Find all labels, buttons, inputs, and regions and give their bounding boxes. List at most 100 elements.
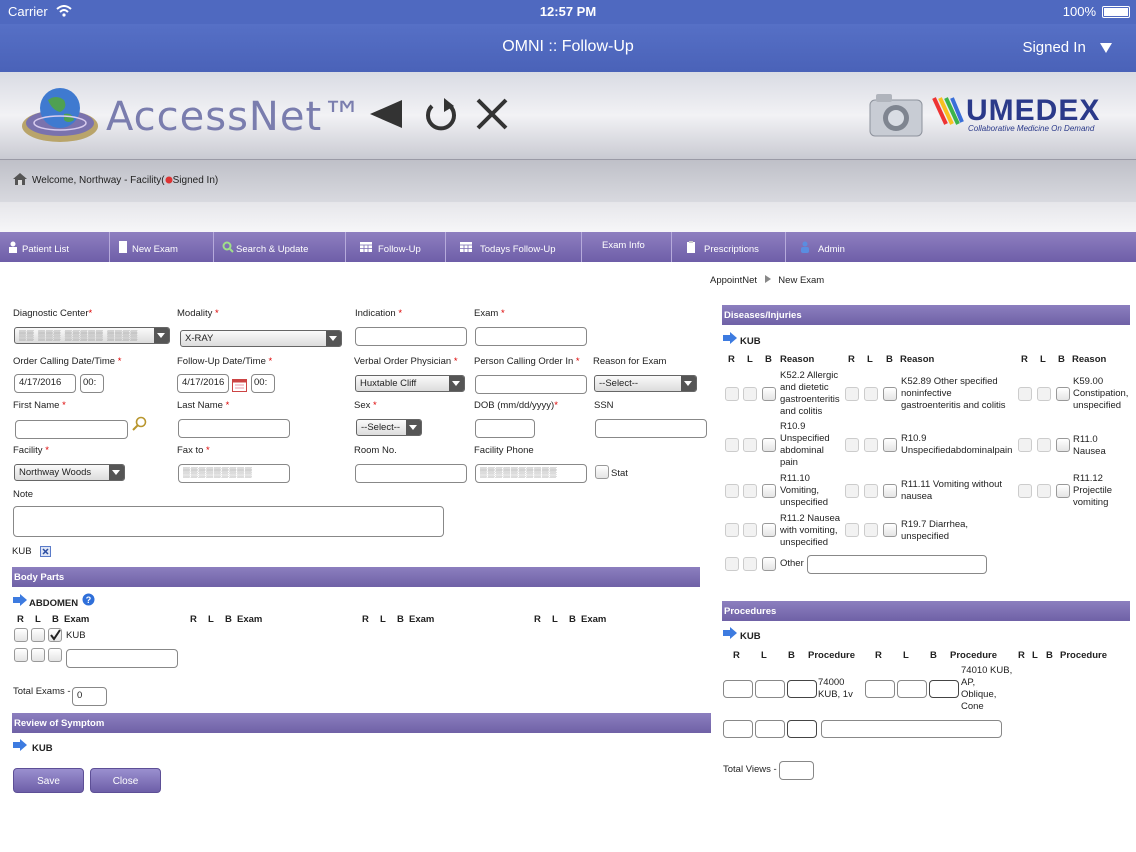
reason-for-exam-select[interactable]: --Select-- [594, 375, 697, 392]
disease-left-checkbox[interactable] [864, 484, 878, 498]
disease-left-checkbox[interactable] [743, 523, 757, 537]
signed-in-menu[interactable]: Signed In [1022, 39, 1112, 56]
procedure-left-input[interactable] [755, 680, 785, 698]
kub-both-checkbox[interactable] [48, 628, 62, 642]
disease-both-checkbox[interactable] [883, 438, 897, 452]
disease-both-checkbox[interactable] [1056, 438, 1070, 452]
disease-both-checkbox[interactable] [883, 484, 897, 498]
disease-left-checkbox[interactable] [743, 387, 757, 401]
other-left-checkbox[interactable] [31, 648, 45, 662]
home-icon[interactable] [13, 173, 27, 185]
fax-input[interactable]: ▒▒▒▒▒▒▒▒▒ [178, 464, 290, 483]
other-both-checkbox[interactable] [48, 648, 62, 662]
remove-tag-icon[interactable] [40, 546, 51, 557]
disease-right-checkbox[interactable] [725, 523, 739, 537]
disease-both-checkbox[interactable] [762, 523, 776, 537]
disease-right-checkbox[interactable] [845, 523, 859, 537]
breadcrumb-root[interactable]: AppointNet [710, 275, 757, 286]
disease-right-checkbox[interactable] [845, 387, 859, 401]
close-icon[interactable] [472, 94, 512, 134]
last-name-input[interactable] [178, 419, 290, 438]
calendar-picker-icon[interactable] [232, 378, 247, 392]
followup-time-input[interactable]: 00: [251, 374, 275, 393]
total-views-input[interactable] [779, 761, 814, 780]
disease-right-checkbox[interactable] [1018, 438, 1032, 452]
menu-search-update[interactable]: Search & Update [214, 232, 346, 262]
col-header-l: L [552, 614, 558, 625]
disease-both-checkbox[interactable] [762, 438, 776, 452]
stat-checkbox[interactable] [595, 465, 609, 479]
disease-left-checkbox[interactable] [1037, 438, 1051, 452]
procedure-right-input[interactable] [865, 680, 895, 698]
followup-date-input[interactable]: 4/17/2016 [177, 374, 229, 393]
person-calling-input[interactable] [475, 375, 587, 394]
disease-both-checkbox[interactable] [1056, 387, 1070, 401]
disease-left-checkbox[interactable] [743, 484, 757, 498]
other-disease-input[interactable] [807, 555, 987, 574]
save-button[interactable]: Save [13, 768, 84, 793]
kub-left-checkbox[interactable] [31, 628, 45, 642]
diagnostic-center-select[interactable]: ▒▒ ▒▒▒ ▒▒▒▒▒ ▒▒▒▒ [14, 327, 170, 344]
menu-todays-follow-up[interactable]: Todays Follow-Up [446, 232, 582, 262]
disease-right-checkbox[interactable] [725, 387, 739, 401]
help-icon[interactable]: ? [82, 593, 95, 606]
disease-right-checkbox[interactable] [845, 484, 859, 498]
facility-phone-input[interactable]: ▒▒▒▒▒▒▒▒▒▒ [475, 464, 587, 483]
disease-both-checkbox[interactable] [883, 387, 897, 401]
procedure-both-input[interactable] [929, 680, 959, 698]
disease-right-checkbox[interactable] [1018, 484, 1032, 498]
other-disease-left-checkbox[interactable] [743, 557, 757, 571]
followup-time-value: 00: [254, 377, 268, 388]
order-date-input[interactable]: 4/17/2016 [14, 374, 76, 393]
room-input[interactable] [355, 464, 467, 483]
procedure-right-input[interactable] [723, 680, 753, 698]
other-procedure-left-input[interactable] [755, 720, 785, 738]
refresh-icon[interactable] [420, 94, 460, 134]
back-icon[interactable] [366, 94, 406, 134]
menu-follow-up[interactable]: Follow-Up [346, 232, 446, 262]
procedure-both-input[interactable] [787, 680, 817, 698]
dob-input[interactable] [475, 419, 535, 438]
kub-right-checkbox[interactable] [14, 628, 28, 642]
other-procedure-input[interactable] [821, 720, 1002, 738]
disease-left-checkbox[interactable] [864, 438, 878, 452]
disease-left-checkbox[interactable] [864, 523, 878, 537]
other-procedure-right-input[interactable] [723, 720, 753, 738]
disease-left-checkbox[interactable] [743, 438, 757, 452]
indication-input[interactable] [355, 327, 467, 346]
procedure-left-input[interactable] [897, 680, 927, 698]
order-time-input[interactable]: 00: [80, 374, 104, 393]
other-right-checkbox[interactable] [14, 648, 28, 662]
other-disease-both-checkbox[interactable] [762, 557, 776, 571]
menu-exam-info[interactable]: Exam Info [582, 232, 672, 262]
menu-new-exam[interactable]: New Exam [110, 232, 214, 262]
search-icon[interactable] [132, 416, 148, 432]
note-textarea[interactable] [13, 506, 444, 537]
verbal-order-select[interactable]: Huxtable Cliff [355, 375, 465, 392]
total-exams-input[interactable]: 0 [72, 687, 107, 706]
menu-prescriptions[interactable]: Prescriptions [672, 232, 786, 262]
disease-right-checkbox[interactable] [845, 438, 859, 452]
disease-both-checkbox[interactable] [762, 387, 776, 401]
other-disease-right-checkbox[interactable] [725, 557, 739, 571]
disease-left-checkbox[interactable] [1037, 484, 1051, 498]
exam-input[interactable] [475, 327, 587, 346]
first-name-input[interactable] [15, 420, 128, 439]
modality-select[interactable]: X-RAY [180, 330, 342, 347]
disease-left-checkbox[interactable] [1037, 387, 1051, 401]
other-exam-input[interactable] [66, 649, 178, 668]
disease-right-checkbox[interactable] [725, 438, 739, 452]
facility-select[interactable]: Northway Woods [14, 464, 125, 481]
disease-left-checkbox[interactable] [864, 387, 878, 401]
sex-select[interactable]: --Select-- [356, 419, 422, 436]
disease-both-checkbox[interactable] [883, 523, 897, 537]
disease-right-checkbox[interactable] [725, 484, 739, 498]
disease-both-checkbox[interactable] [1056, 484, 1070, 498]
menu-admin[interactable]: Admin [786, 232, 868, 262]
ssn-input[interactable] [595, 419, 707, 438]
disease-right-checkbox[interactable] [1018, 387, 1032, 401]
menu-patient-list[interactable]: Patient List [0, 232, 110, 262]
other-procedure-both-input[interactable] [787, 720, 817, 738]
close-button[interactable]: Close [90, 768, 161, 793]
disease-both-checkbox[interactable] [762, 484, 776, 498]
